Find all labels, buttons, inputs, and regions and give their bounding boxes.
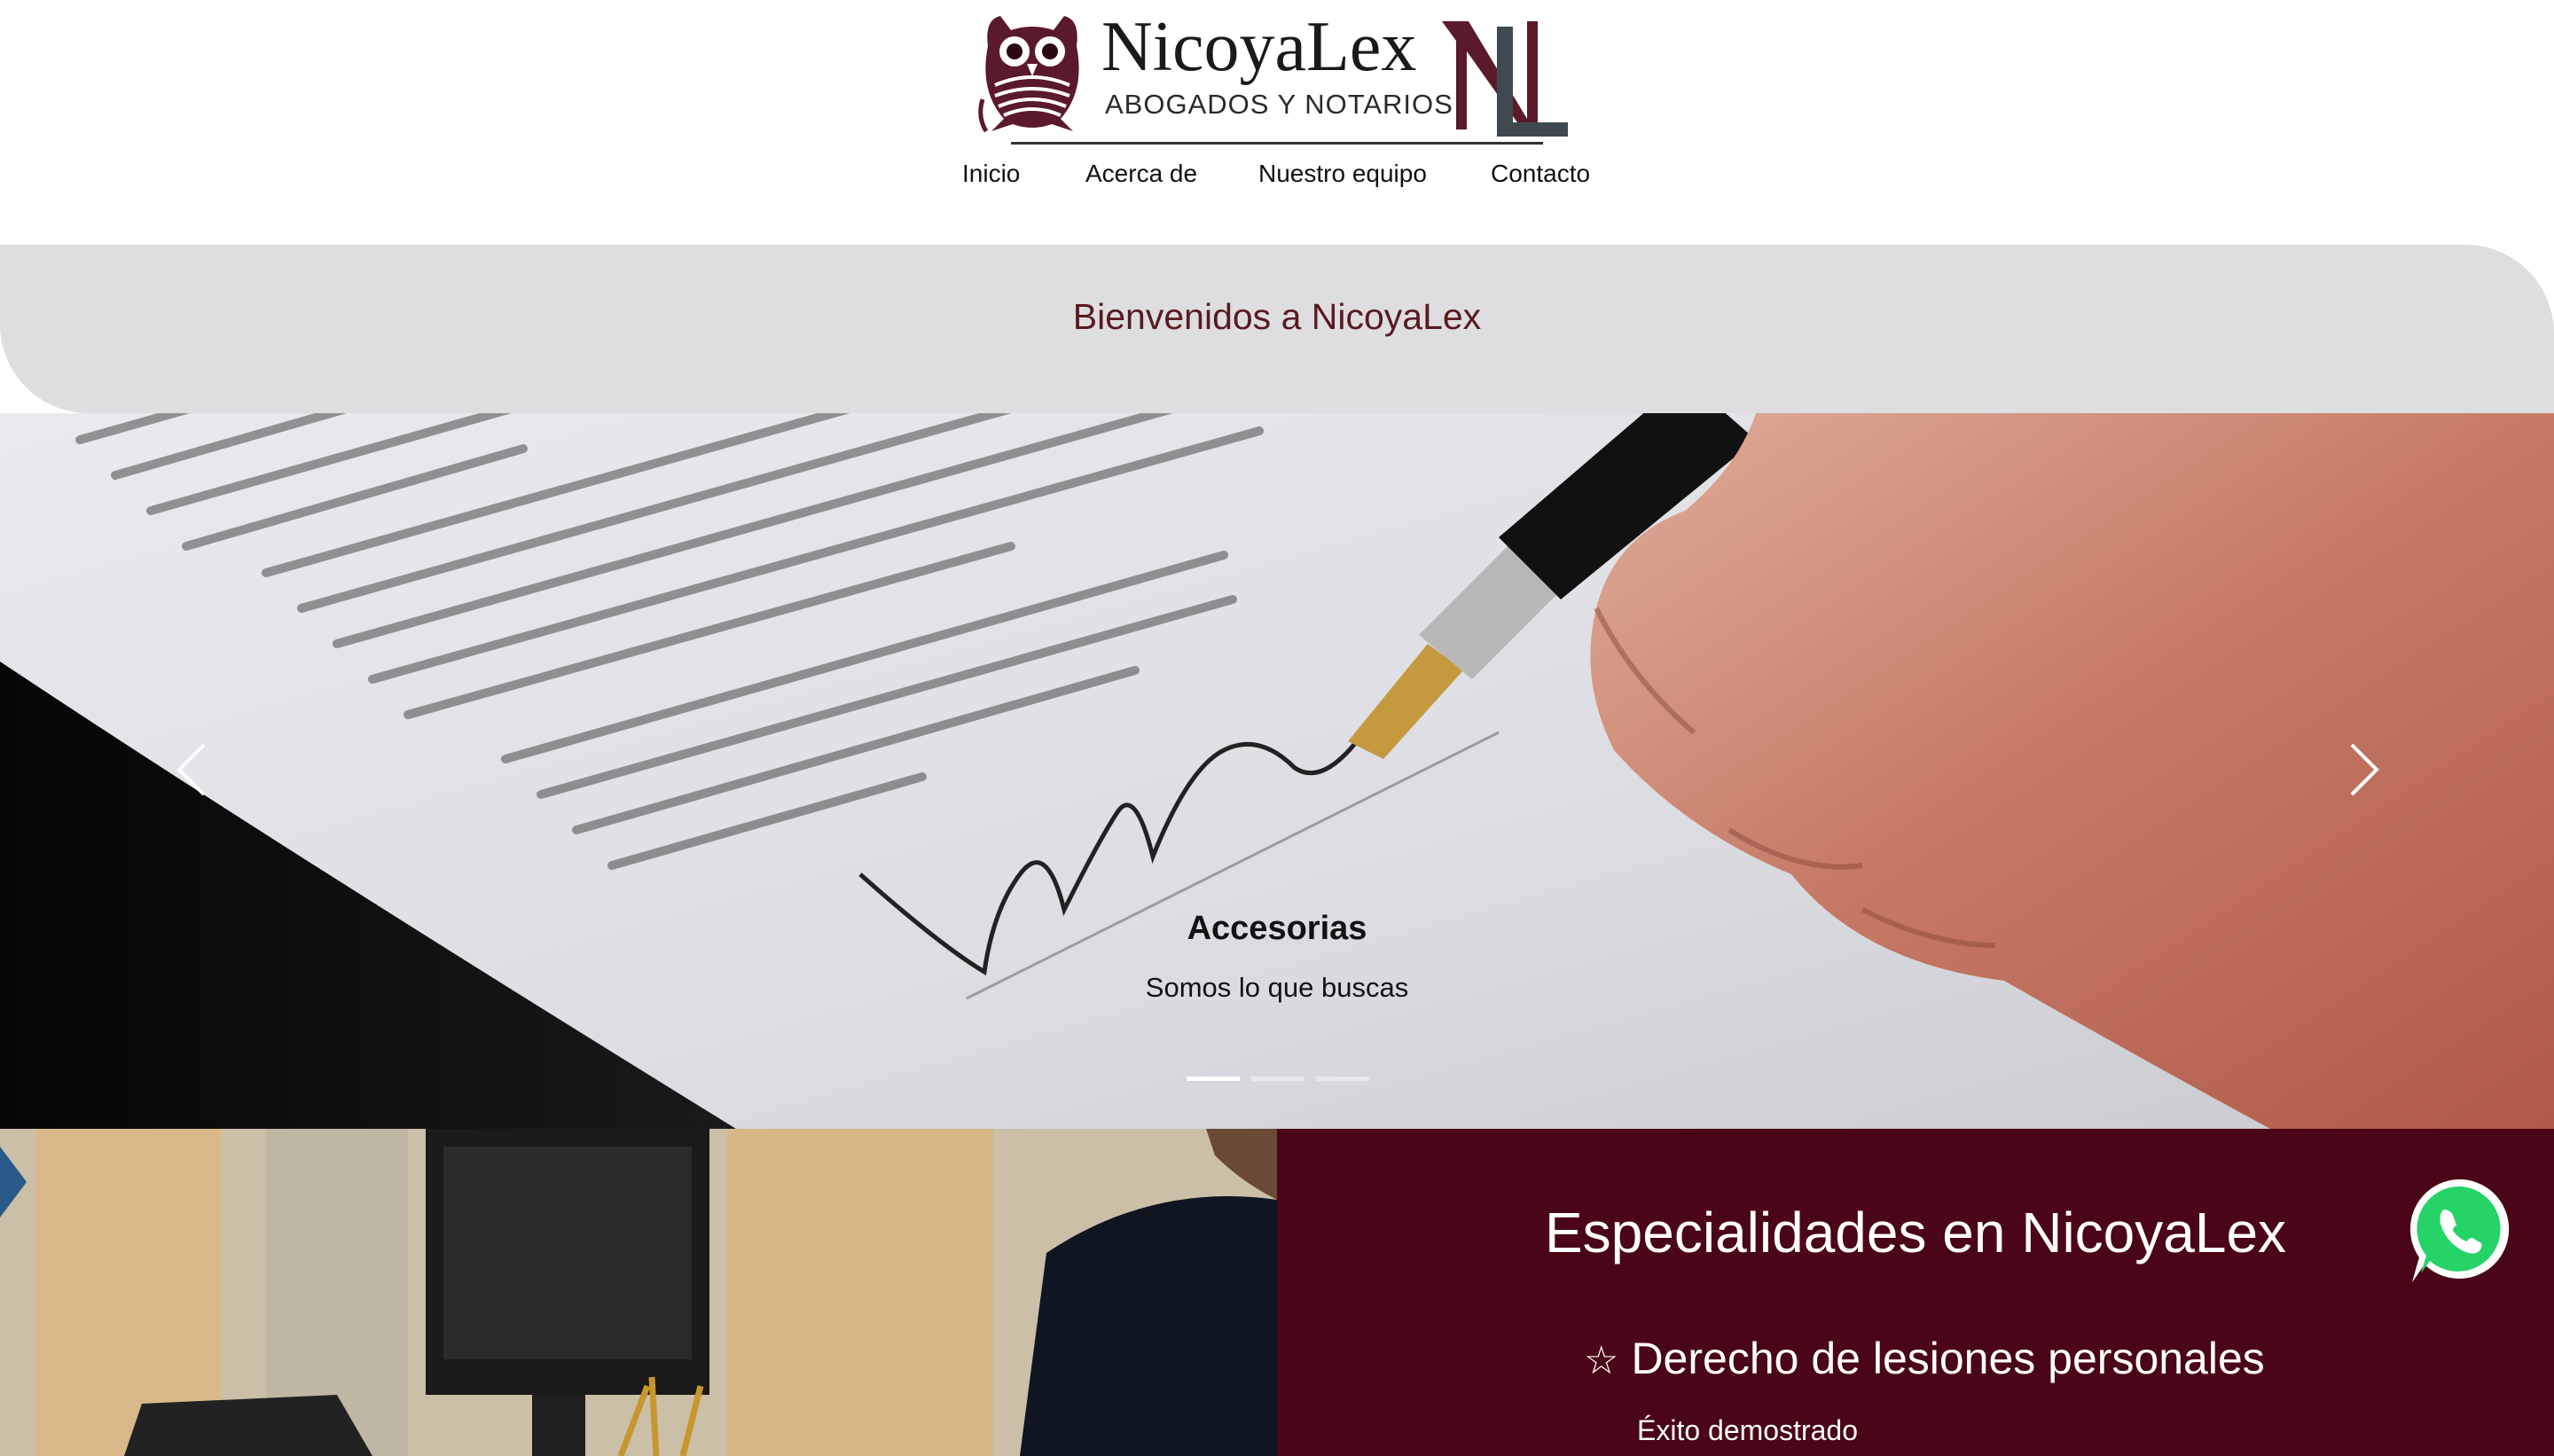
- nav-nuestro-equipo[interactable]: Nuestro equipo: [1258, 160, 1427, 188]
- specialty-label: Derecho de lesiones personales: [1631, 1334, 2265, 1383]
- specialty-item: ☆ Derecho de lesiones personales: [1584, 1333, 2265, 1384]
- office-photo: [0, 1129, 1277, 1456]
- specialty-description: Éxito demostrado: [1637, 1414, 1859, 1446]
- welcome-banner: Bienvenidos a NicoyaLex: [0, 245, 2554, 413]
- specialties-section: Especialidades en NicoyaLex ☆ Derecho de …: [1277, 1129, 2554, 1456]
- carousel-caption-subtitle: Somos lo que buscas: [1145, 972, 1409, 1003]
- carousel-indicator-2[interactable]: [1251, 1076, 1304, 1081]
- site-logo[interactable]: NicoyaLex ABOGADOS Y NOTARIOS: [975, 7, 1579, 147]
- nav-acerca-de[interactable]: Acerca de: [1085, 160, 1197, 188]
- whatsapp-icon[interactable]: [2403, 1172, 2519, 1288]
- carousel-indicators: [1187, 1076, 1369, 1084]
- carousel-indicator-3[interactable]: [1316, 1076, 1369, 1081]
- star-outline-icon: ☆: [1584, 1339, 1619, 1382]
- nl-monogram-logo: [1442, 21, 1568, 137]
- specialties-title: Especialidades en NicoyaLex: [1544, 1201, 2287, 1264]
- brand-tagline: ABOGADOS Y NOTARIOS: [1105, 89, 1453, 120]
- main-nav: Inicio Acerca de Nuestro equipo Contacto: [0, 160, 2554, 200]
- brand-name: NicoyaLex: [1101, 8, 1417, 86]
- carousel-slide-image: [0, 413, 2554, 1129]
- nav-contacto[interactable]: Contacto: [1491, 160, 1590, 188]
- carousel-prev-arrow[interactable]: [174, 741, 209, 798]
- site-header: NicoyaLex ABOGADOS Y NOTARIOS Inicio Ace…: [0, 0, 2554, 245]
- nav-inicio[interactable]: Inicio: [962, 160, 1020, 188]
- logo-underline: [1011, 142, 1543, 145]
- carousel-caption-title: Accesorias: [1187, 910, 1367, 947]
- hero-carousel[interactable]: Accesorias Somos lo que buscas: [0, 413, 2554, 1129]
- owl-icon: [978, 16, 1079, 133]
- welcome-title: Bienvenidos a NicoyaLex: [1072, 296, 1482, 337]
- carousel-indicator-1[interactable]: [1187, 1076, 1240, 1081]
- carousel-next-arrow[interactable]: [2346, 741, 2382, 798]
